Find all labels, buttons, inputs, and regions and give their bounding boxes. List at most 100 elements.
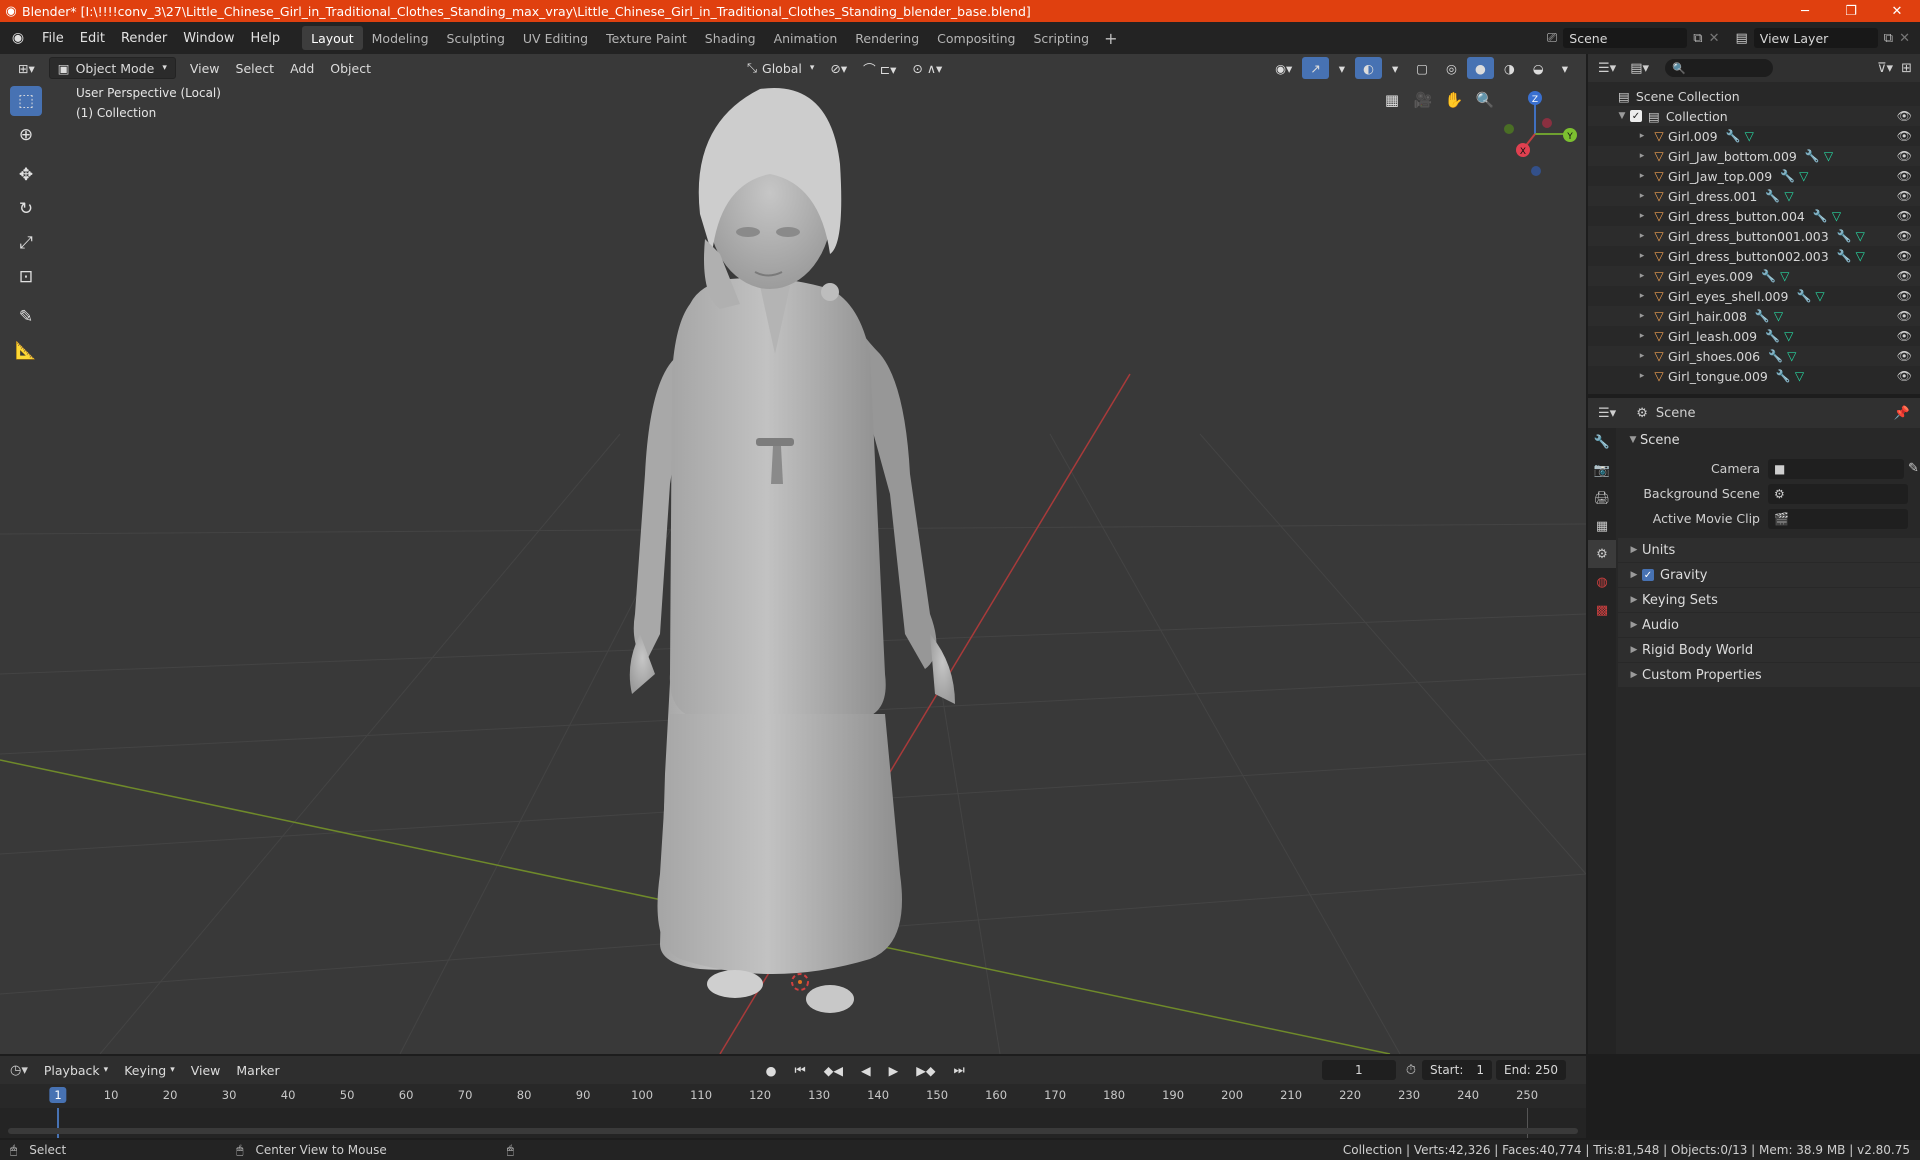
eye-icon[interactable]: 👁 xyxy=(1897,109,1912,123)
eye-icon[interactable]: 👁 xyxy=(1897,129,1912,143)
scene-collection-row[interactable]: ▤ Scene Collection xyxy=(1588,86,1920,106)
expand-icon[interactable]: ▸ xyxy=(1634,151,1650,161)
jump-keyframe-back-icon[interactable]: ◆◀ xyxy=(816,1059,851,1081)
outliner-object-row[interactable]: ▸ ▽ Girl_dress_button.004 🔧 ▽ 👁 xyxy=(1588,206,1920,226)
eye-icon[interactable]: 👁 xyxy=(1897,189,1912,203)
transform-tool-icon[interactable]: ⊡ xyxy=(10,262,42,292)
delete-scene-icon[interactable]: ✕ xyxy=(1709,31,1720,46)
snap-icon[interactable]: ⌒ ⊏▾ xyxy=(855,57,904,79)
modifier-icon[interactable]: 🔧 xyxy=(1765,189,1780,203)
gizmo-toggle-icon[interactable]: ↗ xyxy=(1302,57,1329,79)
new-scene-icon[interactable]: ⧉ xyxy=(1693,31,1702,46)
mesh-data-icon[interactable]: ▽ xyxy=(1856,249,1865,263)
modifier-icon[interactable]: 🔧 xyxy=(1837,229,1852,243)
outliner-editor-type-icon[interactable]: ☰▾ xyxy=(1598,61,1616,76)
tab-compositing[interactable]: Compositing xyxy=(928,26,1024,50)
properties-editor-type-icon[interactable]: ☰▾ xyxy=(1598,406,1616,421)
record-icon[interactable]: ● xyxy=(758,1059,785,1081)
navigation-gizmo[interactable]: Z Y X xyxy=(1490,84,1580,184)
expand-icon[interactable]: ▸ xyxy=(1634,131,1650,141)
minimize-icon[interactable]: ─ xyxy=(1782,0,1828,22)
menu-keying[interactable]: Keying ▾ xyxy=(116,1059,183,1081)
outliner-object-row[interactable]: ▸ ▽ Girl_dress_button002.003 🔧 ▽ 👁 xyxy=(1588,246,1920,266)
new-collection-icon[interactable]: ⊞ xyxy=(1901,61,1912,76)
modifier-icon[interactable]: 🔧 xyxy=(1813,209,1828,223)
tab-scripting[interactable]: Scripting xyxy=(1025,26,1099,50)
proportional-edit-icon[interactable]: ⊙ ∧▾ xyxy=(904,57,950,79)
outliner-object-row[interactable]: ▸ ▽ Girl_hair.008 🔧 ▽ 👁 xyxy=(1588,306,1920,326)
scene-selector-icon[interactable]: ⎚ xyxy=(1547,31,1557,46)
modifier-icon[interactable]: 🔧 xyxy=(1837,249,1852,263)
rendered-shading-icon[interactable]: ◒ xyxy=(1525,57,1552,79)
custom-properties-panel[interactable]: ▶ Custom Properties xyxy=(1618,663,1920,687)
outliner-object-row[interactable]: ▸ ▽ Girl_shoes.006 🔧 ▽ 👁 xyxy=(1588,346,1920,366)
audio-panel[interactable]: ▶ Audio xyxy=(1618,613,1920,637)
visibility-icon[interactable]: ◉▾ xyxy=(1267,57,1300,79)
expand-icon[interactable]: ▸ xyxy=(1634,311,1650,321)
expand-icon[interactable]: ▸ xyxy=(1634,251,1650,261)
scene-tab-icon[interactable]: ⚙ xyxy=(1588,540,1616,568)
expand-icon[interactable]: ▸ xyxy=(1634,231,1650,241)
new-view-layer-icon[interactable]: ⧉ xyxy=(1884,31,1893,46)
modifier-icon[interactable]: 🔧 xyxy=(1780,169,1795,183)
jump-keyframe-forward-icon[interactable]: ▶◆ xyxy=(908,1059,943,1081)
collection-checkbox[interactable]: ✓ xyxy=(1630,110,1642,122)
world-tab-icon[interactable]: ◍ xyxy=(1588,568,1616,596)
active-movie-clip-field[interactable]: 🎬 xyxy=(1768,508,1908,529)
menu-render[interactable]: Render xyxy=(113,26,175,50)
eye-icon[interactable]: 👁 xyxy=(1897,289,1912,303)
orientation-selector[interactable]: ⤡ Global ▾ xyxy=(739,57,822,79)
keying-sets-panel[interactable]: ▶ Keying Sets xyxy=(1618,588,1920,612)
expand-icon[interactable]: ▸ xyxy=(1634,211,1650,221)
tab-uv-editing[interactable]: UV Editing xyxy=(514,26,597,50)
close-icon[interactable]: ✕ xyxy=(1874,0,1920,22)
jump-end-icon[interactable]: ⏭ xyxy=(946,1059,973,1081)
filter-icon[interactable]: ⊽▾ xyxy=(1877,61,1893,76)
maximize-icon[interactable]: ❐ xyxy=(1828,0,1874,22)
start-frame-field[interactable]: Start: 1 xyxy=(1422,1060,1492,1080)
units-panel[interactable]: ▶ Units xyxy=(1618,538,1920,562)
outliner-object-row[interactable]: ▸ ▽ Girl_tongue.009 🔧 ▽ 👁 xyxy=(1588,366,1920,386)
mesh-data-icon[interactable]: ▽ xyxy=(1856,229,1865,243)
current-frame-marker[interactable]: 1 xyxy=(49,1087,67,1103)
3d-viewport[interactable]: ⊞▾ ▣ Object Mode ▾ View Select Add Objec… xyxy=(0,54,1586,1054)
outliner-object-row[interactable]: ▸ ▽ Girl_dress.001 🔧 ▽ 👁 xyxy=(1588,186,1920,206)
expand-icon[interactable]: ▸ xyxy=(1634,331,1650,341)
modifier-icon[interactable]: 🔧 xyxy=(1805,149,1820,163)
menu-file[interactable]: File xyxy=(34,26,72,50)
menu-add[interactable]: Add xyxy=(282,57,322,79)
tab-layout[interactable]: Layout xyxy=(302,26,363,50)
play-reverse-icon[interactable]: ◀ xyxy=(853,1059,879,1081)
measure-tool-icon[interactable]: 📐 xyxy=(10,336,42,366)
modifier-icon[interactable]: 🔧 xyxy=(1755,309,1770,323)
menu-playback[interactable]: Playback ▾ xyxy=(36,1059,116,1081)
stopwatch-icon[interactable]: ⏱ xyxy=(1406,1063,1416,1078)
mesh-data-icon[interactable]: ▽ xyxy=(1774,309,1783,323)
outliner-object-row[interactable]: ▸ ▽ Girl_eyes.009 🔧 ▽ 👁 xyxy=(1588,266,1920,286)
eye-icon[interactable]: 👁 xyxy=(1897,369,1912,383)
outliner-object-row[interactable]: ▸ ▽ Girl_eyes_shell.009 🔧 ▽ 👁 xyxy=(1588,286,1920,306)
expand-icon[interactable]: ▸ xyxy=(1634,271,1650,281)
menu-timeline-view[interactable]: View xyxy=(183,1059,229,1081)
end-frame-field[interactable]: End: 250 xyxy=(1496,1060,1566,1080)
timeline-editor-type-icon[interactable]: ◷▾ xyxy=(10,1063,28,1078)
shading-dropdown-icon[interactable]: ▾ xyxy=(1554,57,1576,79)
menu-select[interactable]: Select xyxy=(228,57,283,79)
collapse-icon[interactable]: ▼ xyxy=(1614,111,1630,121)
outliner-object-row[interactable]: ▸ ▽ Girl_Jaw_bottom.009 🔧 ▽ 👁 xyxy=(1588,146,1920,166)
eye-icon[interactable]: 👁 xyxy=(1897,229,1912,243)
expand-icon[interactable]: ▸ xyxy=(1634,371,1650,381)
outliner-object-row[interactable]: ▸ ▽ Girl.009 🔧 ▽ 👁 xyxy=(1588,126,1920,146)
menu-marker[interactable]: Marker xyxy=(228,1059,287,1081)
scale-tool-icon[interactable]: ⤢ xyxy=(10,228,42,258)
tool-tab-icon[interactable]: 🔧 xyxy=(1588,428,1616,456)
mesh-data-icon[interactable]: ▽ xyxy=(1745,129,1754,143)
play-icon[interactable]: ▶ xyxy=(881,1059,907,1081)
tab-shading[interactable]: Shading xyxy=(696,26,765,50)
scene-field[interactable]: Scene xyxy=(1563,28,1688,48)
select-box-tool-icon[interactable]: ⬚ xyxy=(10,86,42,116)
modifier-icon[interactable]: 🔧 xyxy=(1765,329,1780,343)
modifier-icon[interactable]: 🔧 xyxy=(1796,289,1811,303)
jump-start-icon[interactable]: ⏮ xyxy=(787,1059,814,1081)
background-scene-field[interactable]: ⚙ xyxy=(1768,483,1908,504)
